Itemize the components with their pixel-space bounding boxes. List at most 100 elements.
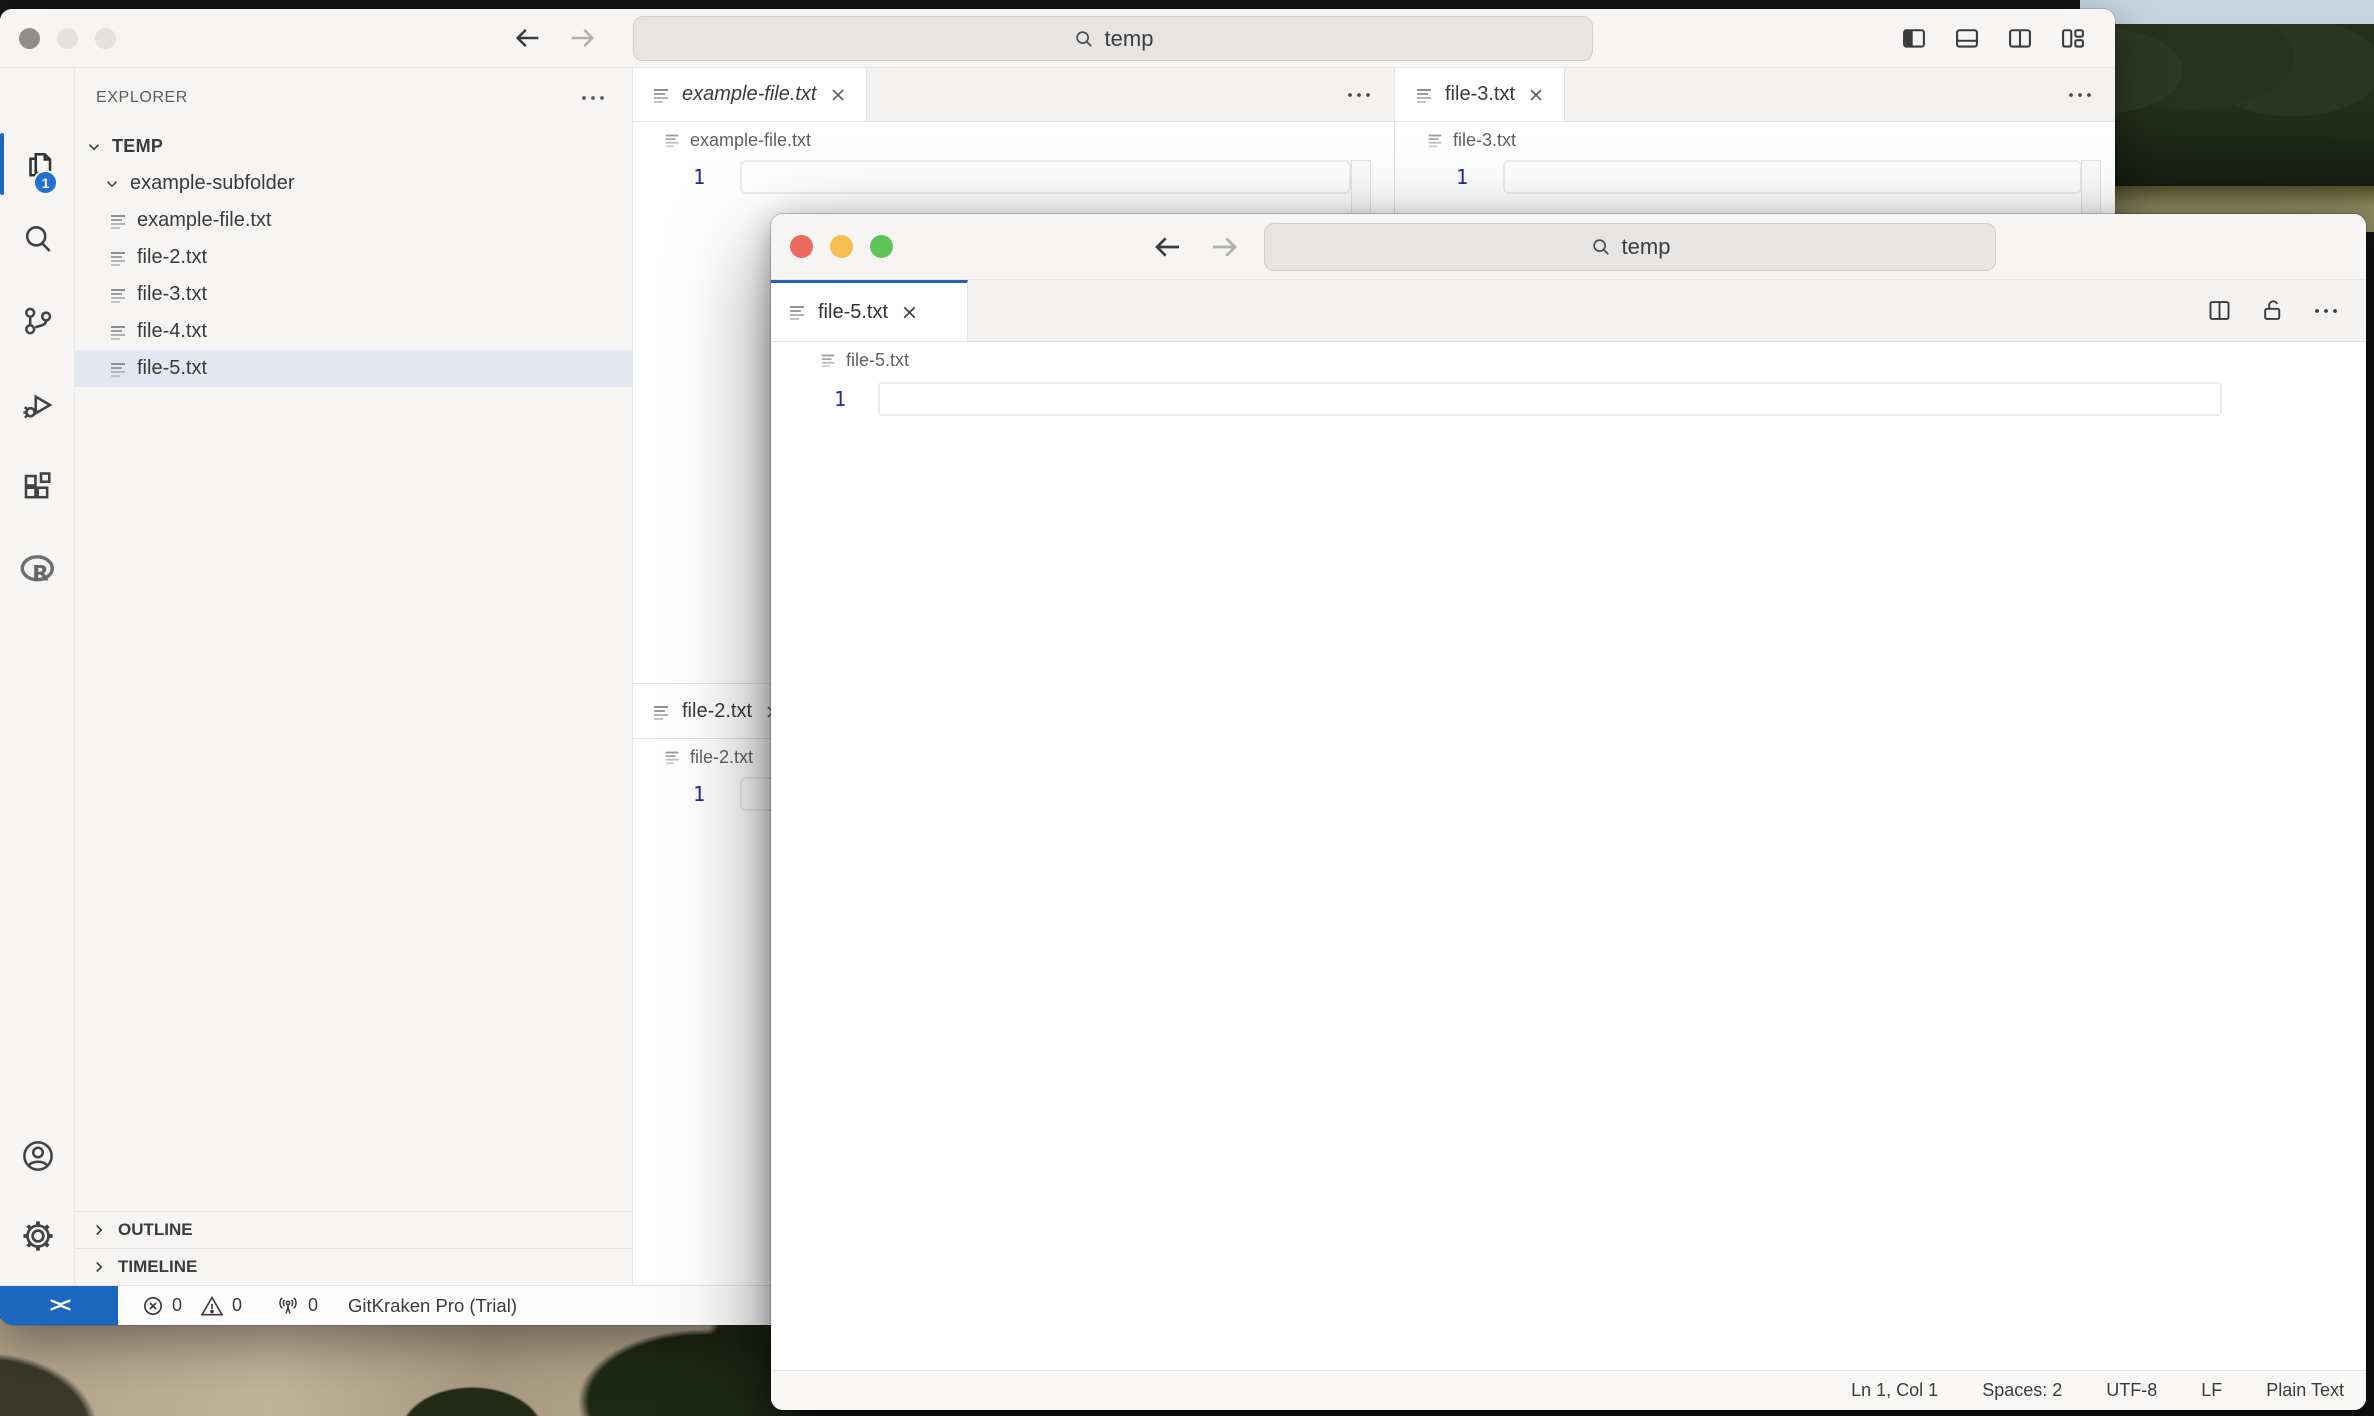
more-actions-icon[interactable] (1346, 68, 1394, 121)
breadcrumb-label: example-file.txt (690, 130, 811, 151)
tab-file-3[interactable]: file-3.txt (1396, 68, 1565, 121)
command-center-search[interactable]: temp (633, 16, 1593, 61)
ports-count: 0 (308, 1295, 318, 1316)
explorer-badge: 1 (33, 170, 58, 195)
tab-bar: file-5.txt (771, 280, 2366, 342)
chevron-right-icon (90, 1221, 108, 1239)
sidebar-item-r-language[interactable]: R (0, 538, 75, 600)
sidebar-item-extensions[interactable] (0, 456, 75, 518)
chevron-down-icon (103, 175, 121, 193)
settings-button[interactable] (0, 1205, 75, 1267)
close-icon[interactable] (899, 302, 920, 323)
tree-item-label: example-file.txt (137, 209, 272, 232)
tab-file-5[interactable]: file-5.txt (771, 280, 968, 341)
tab-example-file[interactable]: example-file.txt (633, 68, 867, 121)
titlebar[interactable]: temp (771, 214, 2366, 280)
text-file-icon (108, 322, 128, 342)
tree-item-example-subfolder[interactable]: example-subfolder (75, 165, 632, 202)
editor-line-1[interactable]: 1 (633, 158, 1394, 196)
more-actions-icon[interactable] (2312, 303, 2340, 319)
back-arrow-icon[interactable] (512, 23, 542, 53)
line-number: 1 (633, 165, 705, 189)
extensions-icon (20, 469, 56, 505)
editor-line-1[interactable]: 1 (1396, 158, 2115, 196)
sidebar-item-source-control[interactable] (0, 290, 75, 352)
close-window-button[interactable] (790, 235, 813, 258)
section-outline[interactable]: OUTLINE (75, 1211, 632, 1248)
root-label: TEMP (112, 136, 163, 157)
split-editor-icon[interactable] (2206, 297, 2233, 324)
tree-item-label: file-4.txt (137, 320, 207, 343)
toggle-primary-sidebar-icon[interactable] (1900, 25, 1928, 53)
back-arrow-icon[interactable] (1151, 231, 1183, 263)
section-timeline[interactable]: TIMELINE (75, 1248, 632, 1285)
accounts-button[interactable] (0, 1125, 75, 1187)
gitkraken-status[interactable]: GitKraken Pro (Trial) (348, 1295, 517, 1317)
problems-status[interactable]: 0 0 (142, 1295, 242, 1317)
tree-item-file-3[interactable]: file-3.txt (75, 276, 632, 313)
accounts-icon (19, 1137, 57, 1175)
tree-item-file-2[interactable]: file-2.txt (75, 239, 632, 276)
tree-item-file-5[interactable]: file-5.txt (75, 350, 632, 387)
breadcrumb[interactable]: example-file.txt (633, 122, 1394, 158)
sidebar-item-run-debug[interactable] (0, 374, 75, 436)
search-icon (1073, 28, 1095, 50)
zoom-window-button[interactable] (870, 235, 893, 258)
titlebar[interactable]: temp (0, 9, 2115, 68)
tree-item-label: file-3.txt (137, 283, 207, 306)
tree-item-label: file-2.txt (137, 246, 207, 269)
more-actions-icon[interactable] (2067, 68, 2115, 121)
tab-label: file-3.txt (1445, 83, 1515, 106)
svg-text:R: R (32, 561, 49, 586)
section-label: TIMELINE (118, 1257, 197, 1277)
customize-layout-icon[interactable] (2059, 25, 2087, 53)
breadcrumb[interactable]: file-5.txt (771, 343, 2366, 377)
editor-line-1[interactable]: 1 (771, 380, 2366, 418)
tab-label: file-5.txt (818, 301, 888, 324)
language-mode-status[interactable]: Plain Text (2266, 1380, 2344, 1401)
run-debug-icon (20, 387, 56, 423)
breadcrumb[interactable]: file-3.txt (1396, 122, 2115, 158)
eol-status[interactable]: LF (2201, 1380, 2222, 1401)
error-icon (142, 1295, 164, 1317)
warning-icon (200, 1295, 224, 1317)
ports-status[interactable]: 0 (276, 1294, 318, 1318)
minimize-window-button[interactable] (830, 235, 853, 258)
close-icon[interactable] (828, 85, 848, 105)
tree-root-temp[interactable]: TEMP (75, 128, 632, 165)
sidebar-item-search[interactable] (0, 208, 75, 270)
tree-item-file-4[interactable]: file-4.txt (75, 313, 632, 350)
current-line-highlight (1503, 160, 2082, 194)
close-icon[interactable] (1526, 85, 1546, 105)
tab-label: file-2.txt (682, 700, 752, 723)
zoom-window-button[interactable] (95, 28, 116, 49)
search-icon (1590, 236, 1612, 258)
text-file-icon (787, 302, 807, 322)
command-center-search[interactable]: temp (1264, 223, 1996, 271)
unlock-icon[interactable] (2259, 297, 2286, 324)
close-window-button[interactable] (19, 28, 40, 49)
toggle-secondary-sidebar-icon[interactable] (2006, 25, 2034, 53)
explorer-more-actions-icon[interactable] (580, 90, 606, 106)
text-file-icon (108, 211, 128, 231)
line-number: 1 (771, 387, 846, 411)
current-line-highlight (740, 160, 1351, 194)
remote-indicator[interactable]: >< (0, 1286, 118, 1325)
text-file-icon (108, 359, 128, 379)
forward-arrow-icon[interactable] (568, 23, 598, 53)
breadcrumb-label: file-3.txt (1453, 130, 1516, 151)
indentation-status[interactable]: Spaces: 2 (1982, 1380, 2062, 1401)
forward-arrow-icon[interactable] (1209, 231, 1241, 263)
tree-item-label: example-subfolder (130, 172, 295, 195)
encoding-status[interactable]: UTF-8 (2106, 1380, 2157, 1401)
tab-bar: example-file.txt (633, 68, 1394, 122)
tab-label: example-file.txt (682, 83, 817, 106)
r-language-icon: R (18, 552, 58, 586)
minimize-window-button[interactable] (57, 28, 78, 49)
cursor-position-status[interactable]: Ln 1, Col 1 (1851, 1380, 1938, 1401)
radio-tower-icon (276, 1294, 300, 1318)
tree-item-example-file[interactable]: example-file.txt (75, 202, 632, 239)
text-file-icon (108, 285, 128, 305)
chevron-right-icon (90, 1258, 108, 1276)
toggle-panel-icon[interactable] (1953, 25, 1981, 53)
